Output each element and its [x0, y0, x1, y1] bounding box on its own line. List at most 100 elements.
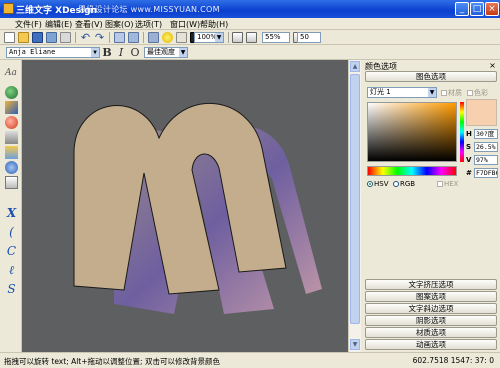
camera-icon[interactable]: [148, 32, 159, 43]
left-toolbox: Aa X ( C ℓ S: [0, 60, 22, 352]
hsv-radio[interactable]: HSV: [367, 180, 389, 188]
zoom-value: 100%: [197, 33, 218, 41]
extrusion-options-button[interactable]: 文字挤压选项: [365, 279, 497, 290]
chevron-down-icon: ▼: [428, 88, 436, 97]
checkbox-box: [437, 181, 443, 187]
quality-select[interactable]: 最佳观度 ▼: [144, 47, 188, 58]
status-hint: 拖拽可以旋转 text; Alt+拖动以调整位置; 双击可以修改背景颜色: [4, 357, 220, 366]
hsv-radio-label: HSV: [374, 180, 389, 188]
image-icon[interactable]: [114, 32, 125, 43]
new-file-icon[interactable]: [4, 32, 15, 43]
scroll-up-icon[interactable]: ▲: [350, 61, 360, 72]
texture-checkbox-label: 材质: [448, 89, 462, 97]
light-select[interactable]: 灯光 1 ▼: [367, 87, 437, 98]
spacing-value: 50: [300, 33, 309, 41]
maximize-button[interactable]: □: [470, 2, 484, 16]
shape-icon[interactable]: [176, 32, 187, 43]
redo-icon[interactable]: ↷: [94, 32, 105, 43]
minimize-button[interactable]: _: [455, 2, 469, 16]
light-icon[interactable]: [5, 176, 18, 189]
bend-icon[interactable]: C: [5, 245, 18, 258]
pattern-options-button[interactable]: 图案选项: [365, 291, 497, 302]
color-options-panel: 颜色选项 × 图色选项 灯光 1 ▼ 材质 色彩 H 30?度 S 26.5% V…: [361, 60, 500, 352]
hex-checkbox[interactable]: HEX: [437, 180, 458, 188]
rgb-radio-label: RGB: [400, 180, 416, 188]
app-icon: [3, 3, 14, 14]
extruded-letter-m[interactable]: M: [22, 60, 348, 352]
watermark: 思缘设计论坛 www.MISSYUAN.COM: [78, 5, 220, 14]
zoom-select[interactable]: 100% ▼: [194, 32, 224, 43]
close-button[interactable]: ×: [485, 2, 499, 16]
s-label: S: [466, 143, 472, 151]
s-field[interactable]: 26.5%: [474, 142, 498, 152]
menu-options[interactable]: 选项(T): [135, 19, 162, 30]
material-icon[interactable]: [5, 161, 18, 174]
outline-button[interactable]: O: [129, 46, 141, 59]
h-field[interactable]: 30?度: [474, 129, 498, 139]
texture-checkbox[interactable]: 材质: [441, 88, 462, 98]
toolbar-separator: [109, 32, 110, 43]
lightbulb-icon[interactable]: [162, 32, 173, 43]
title-bar: 三维文字 XDesign 思缘设计论坛 www.MISSYUAN.COM _ □…: [0, 0, 500, 18]
menu-pattern[interactable]: 图案(O): [105, 19, 134, 30]
render-icon[interactable]: [128, 32, 139, 43]
format-toolbar: Anja Eliane ▼ B I O 最佳观度 ▼: [0, 45, 500, 60]
saturation-value-picker[interactable]: [367, 102, 457, 162]
status-coordinates: 602.7518 1547: 37: 0: [412, 356, 494, 365]
panel-close-icon[interactable]: ×: [488, 61, 497, 70]
font-select[interactable]: Anja Eliane ▼: [6, 47, 100, 58]
spacing-field[interactable]: 50: [297, 32, 321, 43]
wave-icon[interactable]: S: [5, 283, 18, 296]
render-canvas[interactable]: M: [22, 60, 348, 352]
pattern-icon[interactable]: [5, 146, 18, 159]
menu-edit[interactable]: 编辑(E): [45, 19, 72, 30]
animation-options-button[interactable]: 动画选项: [365, 339, 497, 350]
bevel-options-button[interactable]: 文字斜边选项: [365, 303, 497, 314]
undo-icon[interactable]: ↶: [80, 32, 91, 43]
v-label: V: [466, 156, 472, 164]
color-options-tab[interactable]: 图色选项: [365, 71, 497, 82]
menu-window[interactable]: 窗口(W): [170, 19, 200, 30]
menu-view[interactable]: 查看(V): [75, 19, 103, 30]
color-checkbox[interactable]: 色彩: [467, 88, 488, 98]
font-name: Anja Eliane: [9, 48, 56, 56]
sphere-icon[interactable]: [5, 116, 18, 129]
open-folder-icon[interactable]: [18, 32, 29, 43]
h-label: H: [466, 130, 472, 138]
cylinder-icon[interactable]: [5, 131, 18, 144]
align-center-icon[interactable]: [246, 32, 257, 43]
depth-percent-field[interactable]: 55%: [262, 32, 290, 43]
print-icon[interactable]: [60, 32, 71, 43]
align-left-icon[interactable]: [232, 32, 243, 43]
rgb-radio[interactable]: RGB: [393, 180, 415, 188]
menu-help[interactable]: 帮助(H): [200, 19, 228, 30]
letter-face: [73, 103, 287, 295]
v-value: 97%: [476, 156, 488, 164]
globe-icon[interactable]: [5, 86, 18, 99]
color-checkbox-label: 色彩: [474, 89, 488, 97]
chevron-down-icon: ▼: [179, 48, 187, 57]
text-tool-icon[interactable]: Aa: [5, 68, 18, 81]
menu-file[interactable]: 文件(F): [15, 19, 42, 30]
hex-value: F7DFB6: [476, 169, 498, 177]
material-options-button[interactable]: 材质选项: [365, 327, 497, 338]
twist-icon[interactable]: ℓ: [5, 264, 18, 277]
depth-percent-value: 55%: [265, 33, 281, 41]
scroll-down-icon[interactable]: ▼: [350, 339, 360, 350]
hue-strip[interactable]: [367, 166, 457, 176]
v-field[interactable]: 97%: [474, 155, 498, 165]
hex-field[interactable]: F7DFB6: [474, 168, 498, 178]
save-icon[interactable]: [32, 32, 43, 43]
save-as-icon[interactable]: [46, 32, 57, 43]
italic-button[interactable]: I: [115, 46, 127, 59]
canvas-scrollbar[interactable]: ▲ ▼: [348, 60, 361, 352]
bold-button[interactable]: B: [101, 46, 113, 59]
chevron-down-icon: ▼: [91, 48, 99, 57]
cube-icon[interactable]: [5, 101, 18, 114]
toolbar-separator: [143, 32, 144, 43]
shadow-options-button[interactable]: 阴影选项: [365, 315, 497, 326]
x-rotate-icon[interactable]: X: [5, 207, 18, 220]
scroll-thumb[interactable]: [350, 74, 360, 324]
hue-slider[interactable]: [460, 102, 464, 162]
curve-icon[interactable]: (: [5, 226, 18, 239]
